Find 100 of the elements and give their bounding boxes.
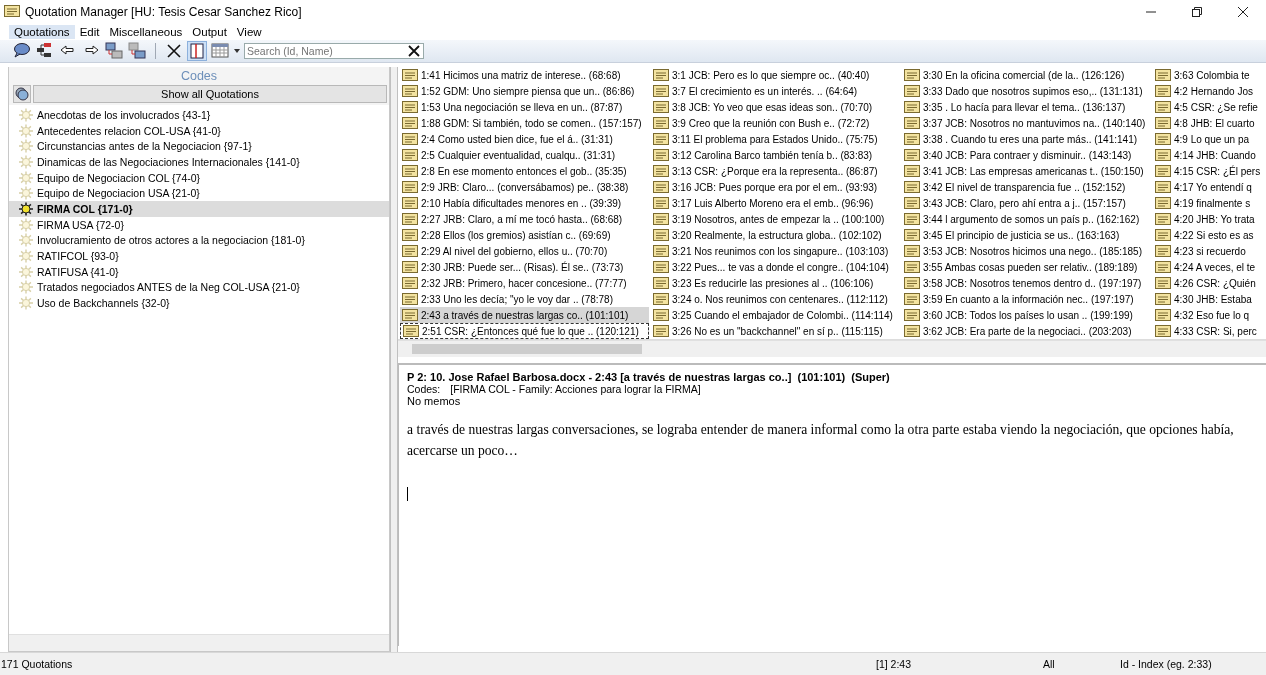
quotation-item[interactable]: 4:2 Hernando Jos	[1153, 83, 1261, 99]
note-icon	[402, 260, 418, 274]
code-icon	[18, 186, 34, 201]
quotation-item[interactable]: 4:26 CSR: ¿Quién	[1153, 275, 1261, 291]
note-icon	[402, 180, 418, 194]
quotation-item[interactable]: 4:5 CSR: ¿Se refie	[1153, 99, 1261, 115]
quotation-item[interactable]: 3:58 JCB: Nosotros tenemos dentro d.. (197:197)	[902, 275, 1151, 291]
menu-item[interactable]: Miscellaneous	[104, 25, 188, 39]
quotation-item[interactable]: 2:29 Al nivel del gobierno, ellos u.. (70:70)	[400, 243, 649, 259]
quotation-item[interactable]: 1:88 GDM: Si también, todo se comen.. (157:157)	[400, 115, 649, 131]
quotation-item[interactable]: 3:23 Es reducirle las presiones al .. (106:106)	[651, 275, 900, 291]
quotation-item[interactable]: 3:12 Carolina Barco también tenía b.. (83:83)	[651, 147, 900, 163]
quotation-item[interactable]: 4:15 CSR: ¿Él pers	[1153, 163, 1261, 179]
code-item[interactable]: Equipo de Negociacion COL {74-0}	[9, 169, 389, 186]
code-item[interactable]: FIRMA COL {171-0}	[9, 201, 389, 217]
quotation-item[interactable]: 3:11 El problema para Estados Unido.. (75:75)	[651, 131, 900, 147]
quotation-item[interactable]: 3:53 JCB: Nosotros hicimos una nego.. (185:185)	[902, 243, 1151, 259]
quotation-item[interactable]: 3:8 JCB: Yo veo que esas ideas son.. (70:70)	[651, 99, 900, 115]
window-icon	[105, 42, 123, 60]
quotation-item[interactable]: 4:20 JHB: Yo trata	[1153, 211, 1261, 227]
quotation-item[interactable]: 4:14 JHB: Cuando	[1153, 147, 1261, 163]
code-item[interactable]: RATIFCOL {93-0}	[9, 248, 389, 264]
quotation-item[interactable]: 3:43 JCB: Claro, pero ahí entra a j.. (157:157)	[902, 195, 1151, 211]
quotation-item[interactable]: 2:5 Cualquier eventualidad, cualqu.. (31:31)	[400, 147, 649, 163]
quotation-item[interactable]: 2:4 Como usted bien dice, fue el á.. (31:31)	[400, 131, 649, 147]
note-icon	[904, 164, 920, 178]
quotation-item[interactable]: 3:26 No es un "backchannel" en sí p.. (115:115)	[651, 323, 900, 339]
quotation-item[interactable]: 3:40 JCB: Para contraer y disminuir.. (143:143)	[902, 147, 1151, 163]
quotation-item[interactable]: 3:24 o. Nos reunimos con centenares.. (112:112)	[651, 291, 900, 307]
code-item[interactable]: Equipo de Negociacion USA {21-0}	[9, 185, 389, 202]
quotation-item[interactable]: 3:62 JCB: Era parte de la negociaci.. (203:203)	[902, 323, 1151, 339]
code-item[interactable]: FIRMA USA {72-0}	[9, 216, 389, 233]
menu-item[interactable]: View	[231, 25, 267, 39]
show-all-button[interactable]: Show all Quotations	[33, 85, 387, 103]
quotation-item[interactable]: 3:42 El nivel de transparencia fue .. (152:152)	[902, 179, 1151, 195]
quotation-item[interactable]: 3:9 Creo que la reunión con Bush e.. (72:72)	[651, 115, 900, 131]
code-item[interactable]: Involucramiento de otros actores a la negociacion {181-0}	[9, 232, 389, 249]
quotation-item[interactable]: 4:30 JHB: Estaba	[1153, 291, 1261, 307]
quotation-item[interactable]: 1:41 Hicimos una matriz de interese.. (68:68)	[400, 67, 649, 83]
quotation-item[interactable]: 3:25 Cuando el embajador de Colombi.. (114:114)	[651, 307, 900, 323]
quotation-item[interactable]: 4:22 Si esto es as	[1153, 227, 1261, 243]
quotation-item[interactable]: 2:10 Había dificultades menores en .. (39:39)	[400, 195, 649, 211]
note-icon	[403, 324, 419, 338]
menu-item[interactable]: Edit	[74, 25, 105, 39]
menu-item[interactable]: Output	[187, 25, 232, 39]
horizontal-scrollbar[interactable]	[398, 340, 1266, 357]
quotation-item[interactable]: 4:33 CSR: Si, perc	[1153, 323, 1261, 339]
quotation-item[interactable]: 3:1 JCB: Pero es lo que siempre oc.. (40:40)	[651, 67, 900, 83]
quotation-item[interactable]: 4:9 Lo que un pa	[1153, 131, 1261, 147]
quotation-item[interactable]: 2:8 En ese momento entonces el gob.. (35:35)	[400, 163, 649, 179]
quotation-item[interactable]: 3:63 Colombia te	[1153, 67, 1261, 83]
quotation-item[interactable]: 3:19 Nosotros, antes de empezar la .. (100:100)	[651, 211, 900, 227]
quotation-item[interactable]: 4:23 si recuerdo	[1153, 243, 1261, 259]
quotation-item[interactable]: 2:27 JRB: Claro, a mí me tocó hasta.. (68:68)	[400, 211, 649, 227]
quotation-item[interactable]: 4:8 JHB: El cuarto	[1153, 115, 1261, 131]
filter-button[interactable]	[13, 85, 31, 103]
menu-item[interactable]: Quotations	[9, 25, 75, 39]
code-item[interactable]: Circunstancias antes de la Negociacion {97-1}	[9, 138, 389, 155]
quotation-item[interactable]: 3:33 Dado que nosotros supimos eso,.. (131:131)	[902, 83, 1151, 99]
quotation-item[interactable]: 3:22 Pues... te vas a donde el congre.. (104:104)	[651, 259, 900, 275]
circles-icon	[15, 87, 29, 101]
code-item[interactable]: Uso de Backchannels {32-0}	[9, 295, 389, 311]
quotation-item[interactable]: 3:17 Luis Alberto Moreno era el emb.. (96:96)	[651, 195, 900, 211]
quotation-item[interactable]: 3:21 Nos reunimos con los singapure.. (103:103)	[651, 243, 900, 259]
quotation-item[interactable]: 3:59 En cuanto a la información nec.. (197:197)	[902, 291, 1151, 307]
note-icon	[653, 68, 669, 82]
code-item[interactable]: Dinamicas de las Negociaciones Internacionales {141-0}	[9, 154, 389, 170]
quotation-item[interactable]: 3:38 . Cuando tu eres una parte más.. (141:141)	[902, 131, 1151, 147]
quotation-item[interactable]: 2:43 a través de nuestras largas co.. (101:101)	[400, 307, 649, 323]
quotation-item[interactable]: 3:13 CSR: ¿Porque era la representa.. (86:87)	[651, 163, 900, 179]
code-item[interactable]: Tratados negociados ANTES de la Neg COL-USA {21-0}	[9, 279, 389, 296]
quotation-item[interactable]: 3:44 l argumento de somos un país p.. (162:162)	[902, 211, 1151, 227]
quotation-item[interactable]: 4:17 Yo entendí q	[1153, 179, 1261, 195]
quotation-item[interactable]: 3:20 Realmente, la estructura globa.. (102:102)	[651, 227, 900, 243]
code-item[interactable]: RATIFUSA {41-0}	[9, 263, 389, 280]
quotation-item[interactable]: 3:37 JCB: Nosotros no mantuvimos na.. (140:140)	[902, 115, 1151, 131]
toolbar-button[interactable]	[12, 41, 32, 61]
quotation-item[interactable]: 1:53 Una negociación se lleva en un.. (87:87)	[400, 99, 649, 115]
note-icon	[904, 180, 920, 194]
quotation-item[interactable]: 3:45 El principio de justicia se us.. (163:163)	[902, 227, 1151, 243]
quotation-item[interactable]: 3:55 Ambas cosas pueden ser relativ.. (189:189)	[902, 259, 1151, 275]
quotation-item[interactable]: 2:33 Uno les decía; "yo le voy dar .. (78:78)	[400, 291, 649, 307]
horizontal-scrollbar[interactable]	[9, 634, 389, 651]
quotation-item[interactable]: 3:30 En la oficina comercial (de la.. (126:126)	[902, 67, 1151, 83]
code-item[interactable]: Antecedentes relacion COL-USA {41-0}	[9, 122, 389, 139]
quotation-item[interactable]: 1:52 GDM: Uno siempre piensa que un.. (86:86)	[400, 83, 649, 99]
quotation-item[interactable]: 2:30 JRB: Puede ser... (Risas). Él se.. (73:73)	[400, 259, 649, 275]
quotation-item[interactable]: 2:51 CSR: ¿Entonces qué fue lo que .. (120:121)	[400, 323, 649, 339]
quotation-item[interactable]: 4:32 Eso fue lo q	[1153, 307, 1261, 323]
quotation-item[interactable]: 2:32 JRB: Primero, hacer concesione.. (77:77)	[400, 275, 649, 291]
quotation-item[interactable]: 3:7 El crecimiento es un interés. .. (64:64)	[651, 83, 900, 99]
code-item[interactable]: Anecdotas de los involucrados {43-1}	[9, 107, 389, 123]
quotation-item[interactable]: 4:24 A veces, el te	[1153, 259, 1261, 275]
quotation-item[interactable]: 3:41 JCB: Las empresas americanas t.. (150:150)	[902, 163, 1151, 179]
quotation-item[interactable]: 2:28 Ellos (los gremios) asistían c.. (69:69)	[400, 227, 649, 243]
quotation-item[interactable]: 4:19 finalmente s	[1153, 195, 1261, 211]
quotation-item[interactable]: 2:9 JRB: Claro... (conversábamos) pe.. (38:38)	[400, 179, 649, 195]
quotation-item[interactable]: 3:60 JCB: Todos los países lo usan .. (199:199)	[902, 307, 1151, 323]
quotation-item[interactable]: 3:16 JCB: Pues porque era por el em.. (93:93)	[651, 179, 900, 195]
quotation-item[interactable]: 3:35 . Lo hacía para llevar el tema.. (136:137)	[902, 99, 1151, 115]
